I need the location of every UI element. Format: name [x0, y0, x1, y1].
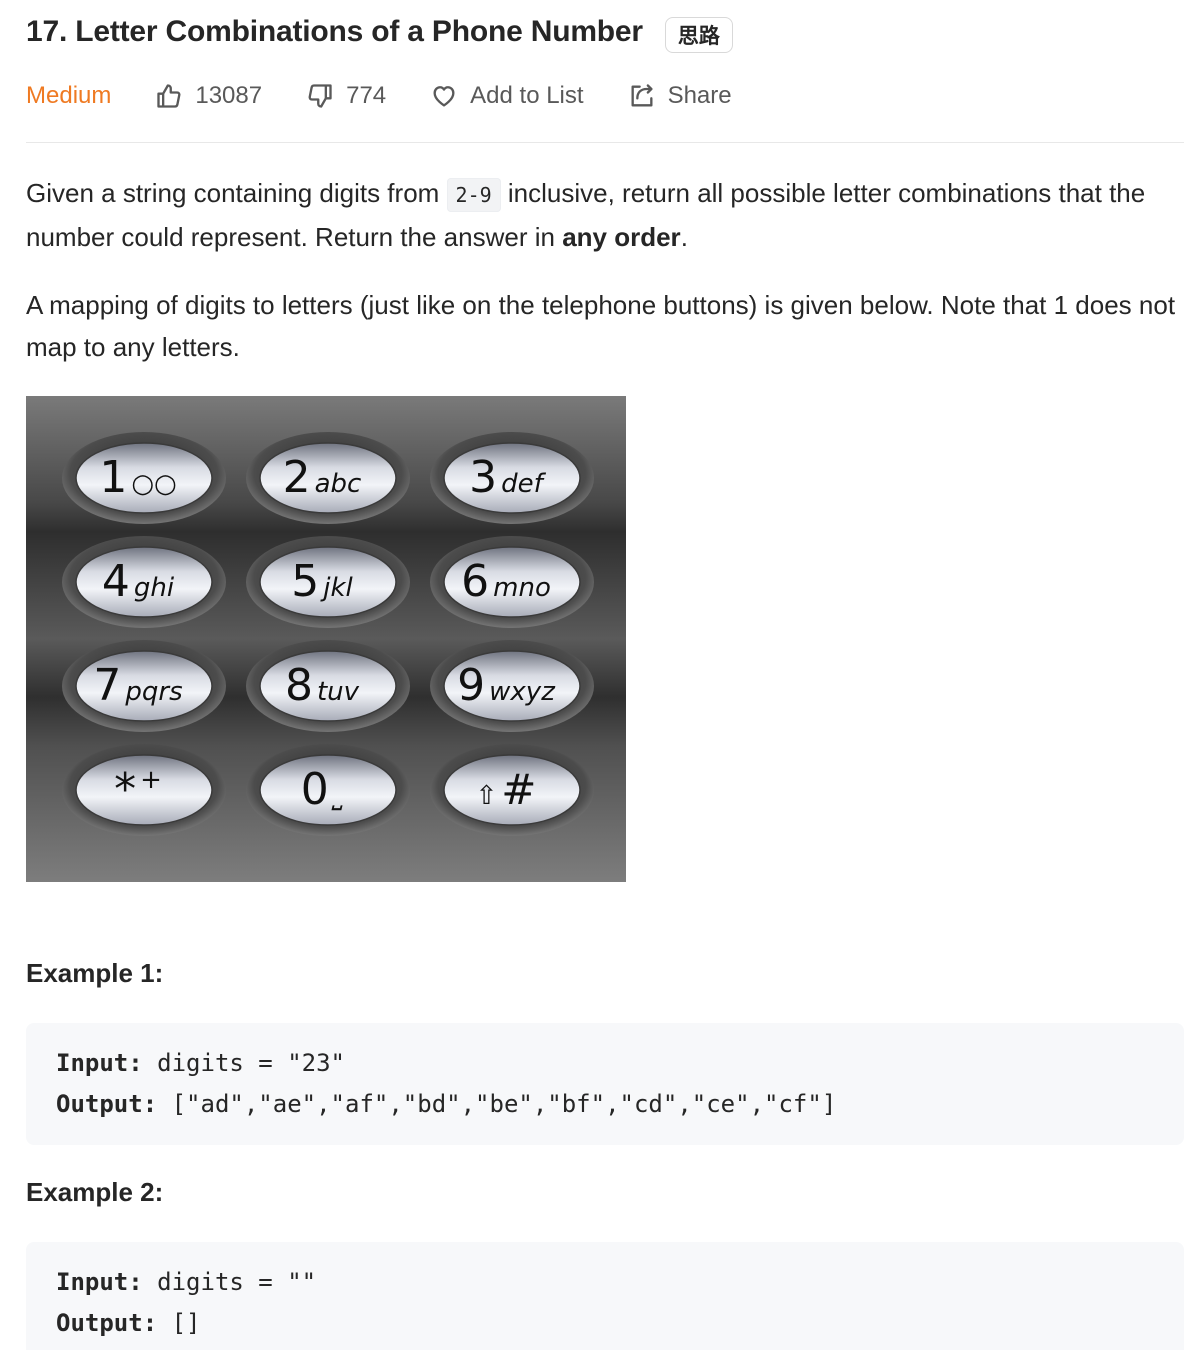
thumbs-up-icon — [157, 84, 181, 108]
key-letters: mno — [493, 573, 551, 603]
share-label: Share — [667, 82, 732, 109]
key-digit: 8 — [285, 660, 313, 711]
key-letters: + — [140, 765, 162, 795]
keypad-key: 4 ghi — [62, 536, 226, 628]
dislike-button[interactable]: 774 — [306, 82, 386, 110]
title-row: 17. Letter Combinations of a Phone Numbe… — [26, 12, 733, 53]
key-digit: 5 — [291, 556, 319, 607]
input-label: Input: — [56, 1049, 143, 1077]
description-paragraph-1: Given a string containing digits from 2-… — [26, 172, 1188, 258]
thumbs-down-icon — [308, 84, 332, 108]
hint-tag-button[interactable]: 思路 — [664, 17, 733, 53]
example-2-heading: Example 2: — [26, 1177, 164, 1207]
key-digit: ⇧ — [476, 781, 498, 811]
keypad-key: 6 mno — [430, 536, 594, 628]
share-button[interactable]: Share — [628, 82, 732, 110]
keypad-key: 1 ○○ — [62, 432, 226, 524]
dislike-count: 774 — [346, 82, 387, 109]
output-label: Output: — [56, 1309, 158, 1337]
keypad-key: 5 jkl — [246, 536, 410, 628]
inline-code: 2-9 — [446, 178, 501, 212]
key-letters: ⎵ — [331, 781, 343, 811]
key-letters: jkl — [320, 573, 353, 603]
keypad-key: 9 wxyz — [430, 640, 594, 732]
desc-text: . — [680, 222, 688, 252]
input-value: digits = "" — [142, 1268, 317, 1296]
keypad-key: 2 abc — [246, 432, 410, 524]
input-label: Input: — [56, 1268, 143, 1296]
example-1-heading: Example 1: — [26, 958, 164, 988]
key-digit: 7 — [93, 660, 121, 711]
heart-icon — [433, 86, 455, 107]
key-letters: pqrs — [124, 677, 182, 707]
key-letters: ghi — [134, 573, 175, 603]
key-letters: wxyz — [489, 677, 556, 707]
key-letters: # — [501, 765, 536, 814]
output-value: ["ad","ae","af","bd","be","bf","cd","ce"… — [157, 1090, 837, 1118]
key-digit: 1 — [99, 452, 127, 503]
header-divider — [26, 142, 1184, 143]
keypad-key: 3 def — [430, 432, 594, 524]
output-label: Output: — [56, 1090, 158, 1118]
key-digit: 4 — [102, 556, 130, 607]
keypad-key: 7 pqrs — [62, 640, 226, 732]
key-letters: tuv — [317, 677, 360, 707]
phone-keypad-image: 1 ○○ 2 abc 3 def4 ghi 5 jkl 6 mno7 pqrs 8 tuv 9 wxyz* +0… — [26, 396, 626, 882]
key-digit: 2 — [283, 452, 311, 503]
share-icon — [631, 84, 653, 107]
key-letters: ○○ — [131, 469, 176, 499]
add-to-list-button[interactable]: Add to List — [430, 82, 584, 110]
meta-row: Medium 13087 774 Add to List Share — [26, 76, 776, 116]
desc-text: A mapping of digits to letters (just lik… — [26, 290, 1176, 362]
keypad-key: 0 ⎵ — [246, 744, 410, 836]
keypad-key: 8 tuv — [246, 640, 410, 732]
description-paragraph-2: A mapping of digits to letters (just lik… — [26, 284, 1188, 368]
like-count: 13087 — [195, 82, 263, 109]
key-digit: 3 — [469, 452, 497, 503]
like-button[interactable]: 13087 — [155, 82, 262, 110]
output-value: [] — [157, 1309, 201, 1337]
problem-title: 17. Letter Combinations of a Phone Numbe… — [26, 15, 643, 48]
key-letters: abc — [315, 469, 362, 499]
difficulty-badge: Medium — [26, 82, 112, 109]
keypad-key: ⇧# — [430, 744, 594, 836]
example-2-code: Input: digits = "" Output: [] — [26, 1242, 1184, 1350]
key-letters: def — [501, 469, 547, 499]
desc-text: Given a string containing digits from — [26, 178, 447, 208]
keypad-key: * + — [62, 744, 226, 836]
key-digit: 0 — [301, 764, 329, 815]
add-to-list-label: Add to List — [470, 82, 584, 109]
key-digit: * — [114, 764, 136, 815]
key-digit: 9 — [457, 660, 485, 711]
example-1-code: Input: digits = "23" Output: ["ad","ae",… — [26, 1023, 1184, 1145]
key-digit: 6 — [461, 556, 489, 607]
input-value: digits = "23" — [142, 1049, 345, 1077]
desc-bold-text: any order — [562, 222, 681, 252]
